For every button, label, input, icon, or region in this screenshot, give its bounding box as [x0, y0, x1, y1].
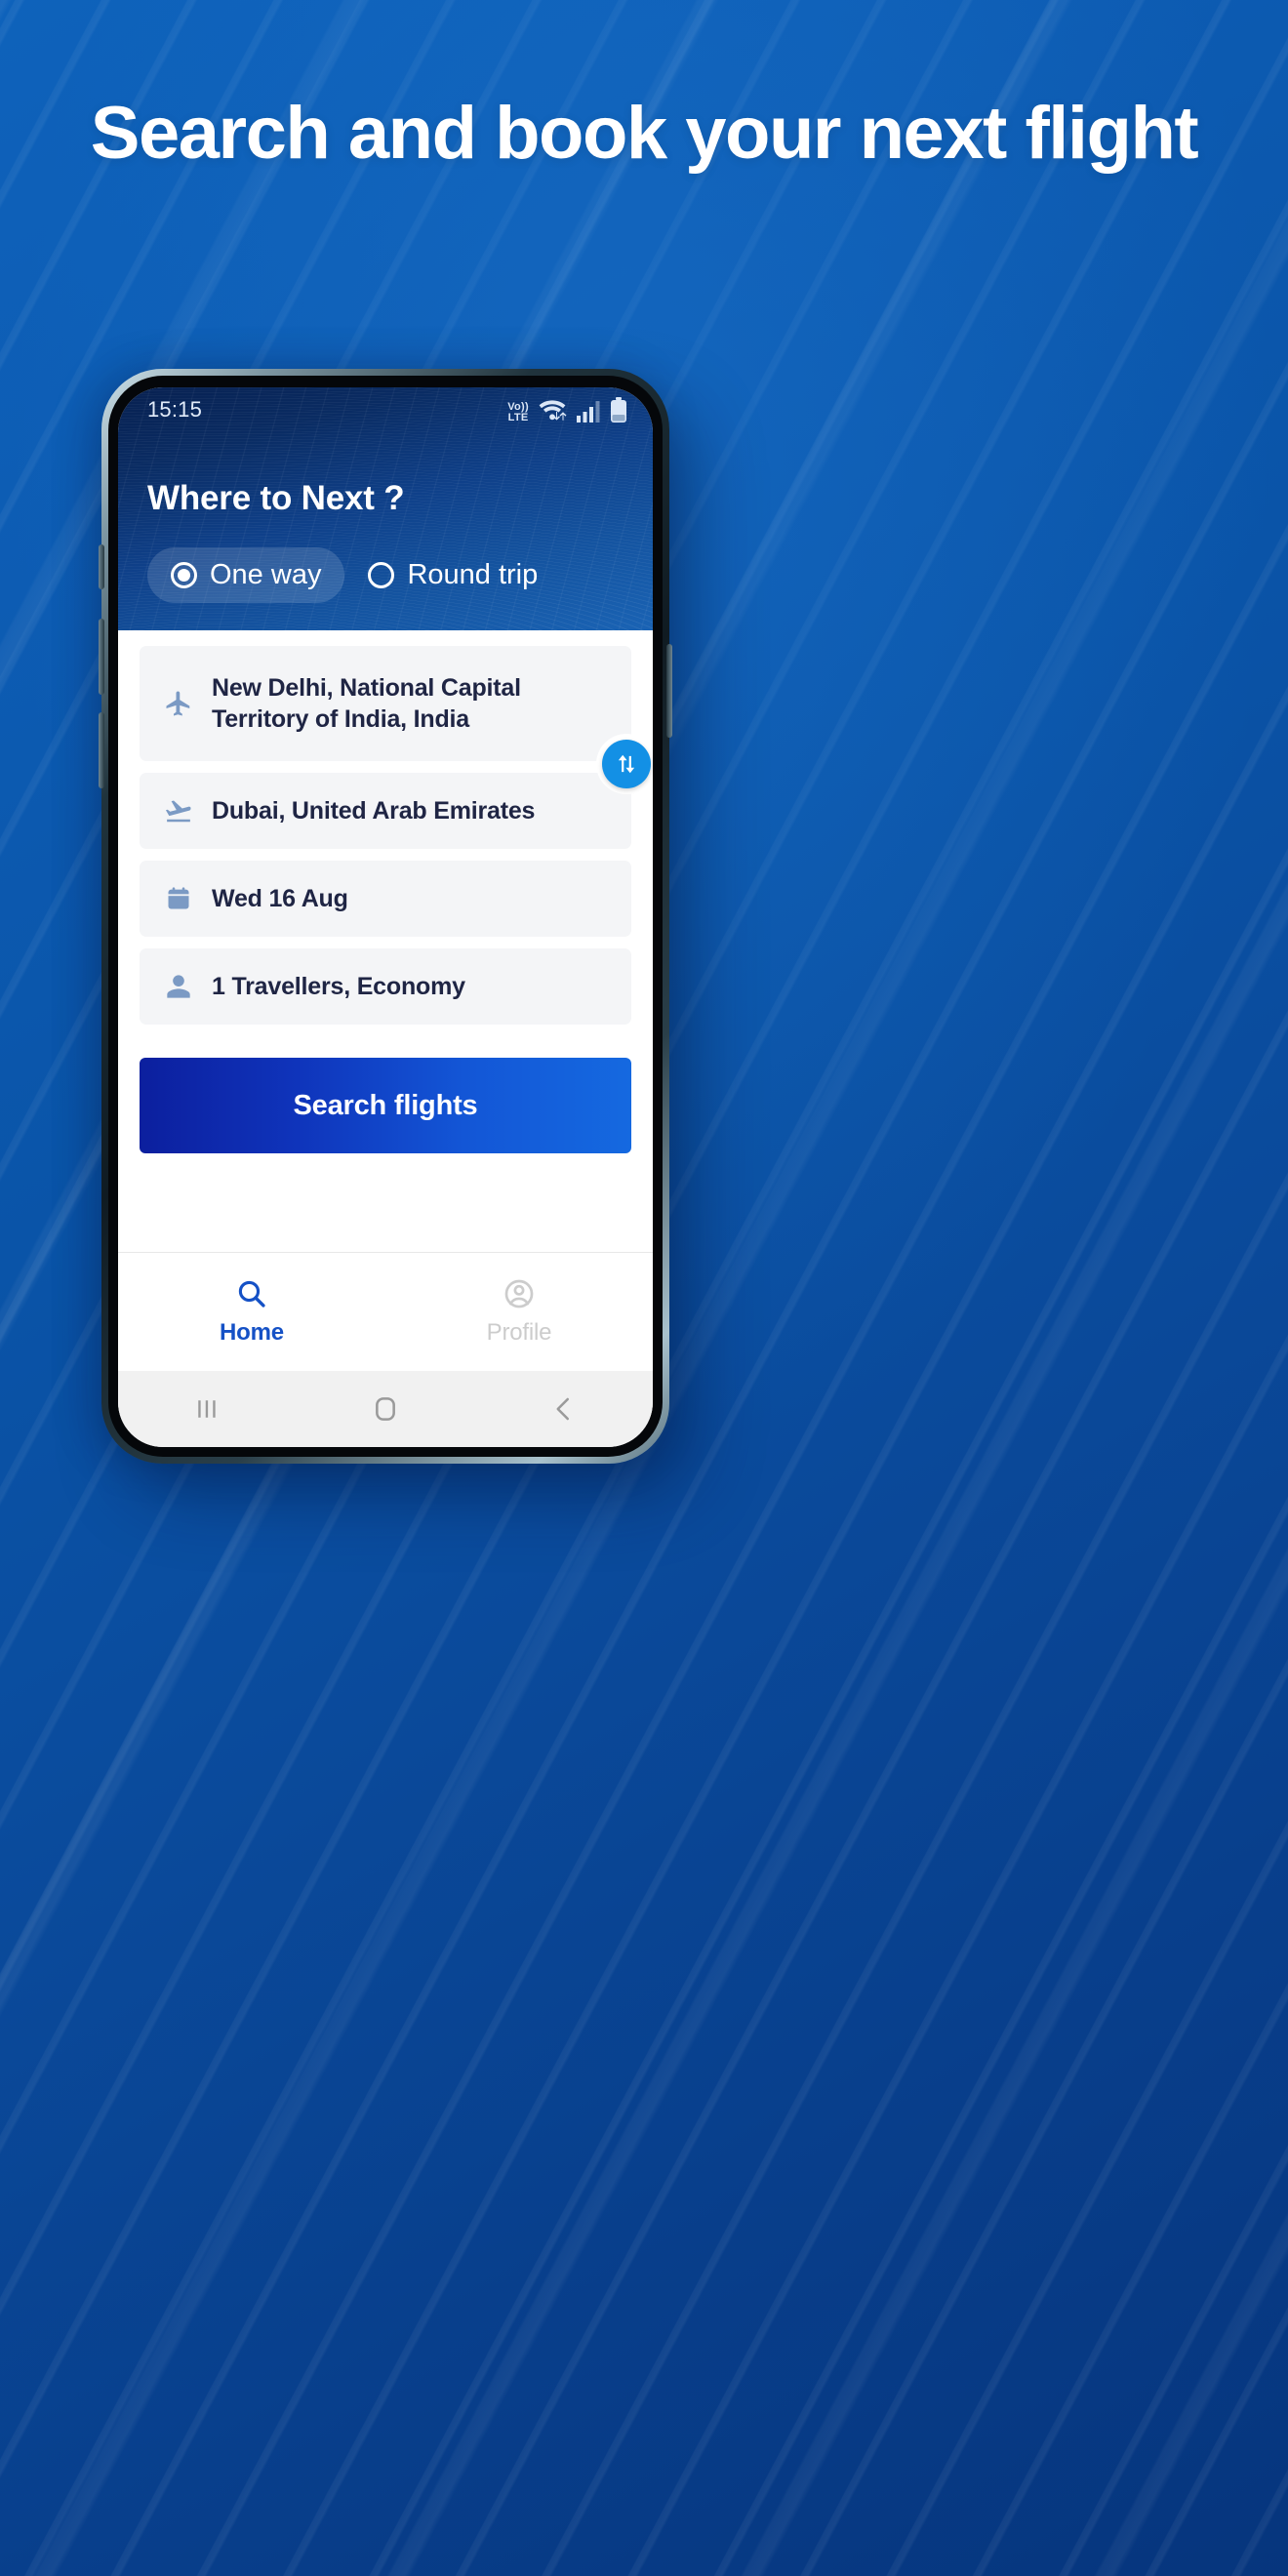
app-header: 15:15 Vo)) LTE Where to Next ? One way R… — [118, 387, 653, 630]
flight-takeoff-icon — [163, 689, 194, 718]
phone-bezel: 15:15 Vo)) LTE Where to Next ? One way R… — [108, 376, 663, 1457]
volte-icon: Vo)) LTE — [507, 400, 529, 423]
promo-headline: Search and book your next flight — [90, 92, 1199, 175]
phone-button-power — [666, 644, 672, 738]
account-circle-icon — [504, 1279, 534, 1308]
origin-value: New Delhi, National Capital Territory of… — [212, 673, 521, 734]
origin-field[interactable]: New Delhi, National Capital Territory of… — [140, 646, 631, 761]
volte-icon-line2: LTE — [507, 411, 529, 423]
promo-screenshot: Search and book your next flight 15:15 V… — [0, 0, 1288, 2576]
trip-type-round-trip[interactable]: Round trip — [344, 547, 561, 603]
bottom-navigation: Home Profile — [118, 1252, 653, 1371]
flight-land-icon — [163, 796, 194, 825]
nav-item-home[interactable]: Home — [118, 1277, 385, 1347]
date-field[interactable]: Wed 16 Aug — [140, 861, 631, 937]
trip-type-one-way[interactable]: One way — [147, 547, 345, 603]
search-form: New Delhi, National Capital Territory of… — [118, 630, 653, 1252]
phone-button-volume-down — [99, 712, 104, 788]
travellers-value: 1 Travellers, Economy — [212, 972, 465, 1000]
nav-item-profile-label: Profile — [486, 1319, 552, 1346]
volte-icon-line1: Vo)) — [507, 400, 529, 413]
battery-icon — [611, 396, 626, 423]
radio-dot — [178, 569, 190, 582]
back-icon[interactable] — [474, 1394, 653, 1424]
destination-value: Dubai, United Arab Emirates — [212, 796, 536, 825]
wifi-icon — [539, 399, 567, 421]
swap-locations-button[interactable] — [596, 734, 653, 794]
search-flights-button[interactable]: Search flights — [140, 1058, 631, 1153]
app-header-content: Where to Next ? One way Round trip — [118, 432, 653, 630]
phone-button-volume-up — [99, 619, 104, 695]
radio-unselected-icon — [368, 562, 395, 588]
destination-field[interactable]: Dubai, United Arab Emirates — [140, 773, 631, 849]
status-bar: 15:15 Vo)) LTE — [118, 387, 653, 432]
signal-bars-icon — [577, 400, 600, 423]
status-bar-icons: Vo)) LTE — [507, 396, 627, 423]
page-title: Where to Next ? — [147, 479, 405, 517]
calendar-icon — [163, 885, 194, 912]
trip-type-selector: One way Round trip — [147, 547, 624, 630]
home-icon[interactable] — [297, 1393, 475, 1425]
status-bar-time: 15:15 — [147, 397, 203, 422]
trip-type-one-way-label: One way — [210, 559, 322, 590]
android-system-navigation — [118, 1371, 653, 1447]
radio-selected-icon — [171, 562, 197, 588]
nav-item-profile[interactable]: Profile — [385, 1277, 653, 1347]
date-value: Wed 16 Aug — [212, 884, 348, 912]
search-icon — [238, 1280, 265, 1308]
trip-type-round-trip-label: Round trip — [407, 559, 539, 590]
phone-device-frame: 15:15 Vo)) LTE Where to Next ? One way R… — [99, 369, 672, 1464]
swap-vertical-icon — [602, 740, 651, 788]
phone-button-mute — [99, 544, 104, 589]
nav-item-home-label: Home — [220, 1319, 284, 1346]
person-icon — [163, 973, 194, 1000]
recents-icon[interactable] — [118, 1394, 297, 1424]
phone-screen: 15:15 Vo)) LTE Where to Next ? One way R… — [118, 387, 653, 1447]
travellers-field[interactable]: 1 Travellers, Economy — [140, 948, 631, 1025]
